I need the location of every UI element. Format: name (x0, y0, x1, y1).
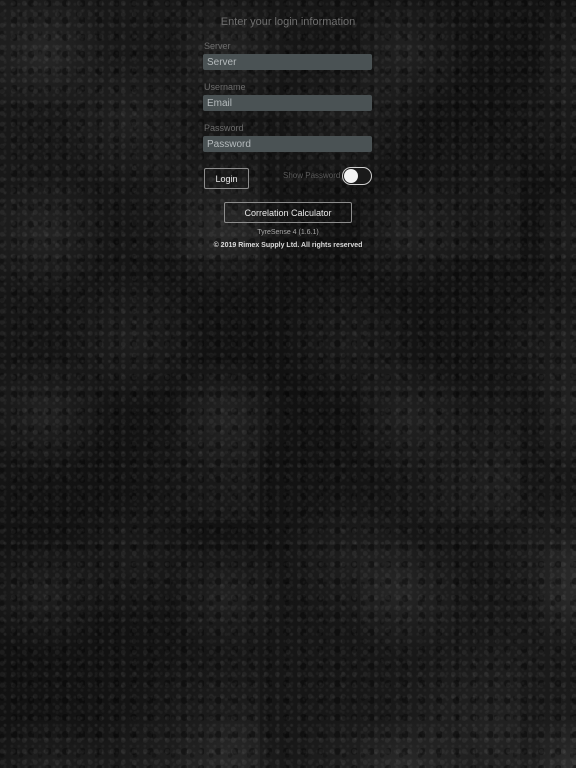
server-input[interactable] (203, 54, 372, 70)
server-label: Server (204, 41, 231, 51)
toggle-switch-icon (344, 169, 358, 183)
show-password-toggle[interactable] (342, 167, 372, 185)
username-label: Username (204, 82, 246, 92)
copyright-text: © 2019 Rimex Supply Ltd. All rights rese… (213, 242, 363, 249)
login-button[interactable]: Login (204, 168, 249, 189)
username-input[interactable] (203, 95, 372, 111)
correlation-calculator-button[interactable]: Correlation Calculator (224, 202, 352, 223)
login-title: Enter your login information (220, 16, 356, 28)
password-input[interactable] (203, 136, 372, 152)
login-screen: { "login": { "title": "Enter your login … (0, 0, 576, 768)
show-password-label: Show Password (283, 171, 341, 180)
password-label: Password (204, 123, 244, 133)
app-version: TyreSense 4 (1.6.1) (257, 229, 319, 236)
